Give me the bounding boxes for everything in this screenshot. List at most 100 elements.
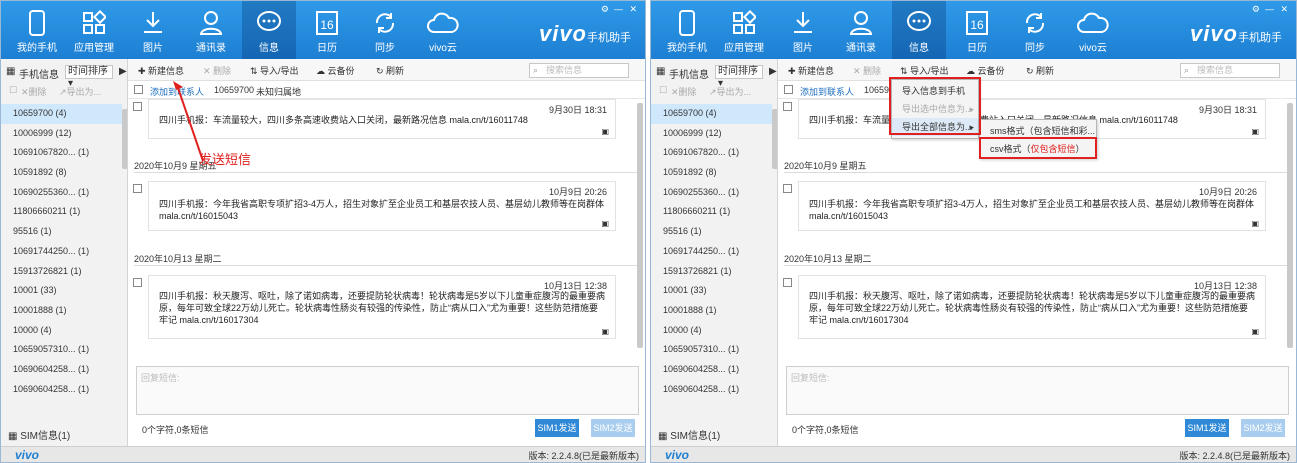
import-export-button[interactable]: ⇅ 导入/导出 bbox=[900, 64, 949, 77]
send-sim1-button[interactable]: SIM1发送 bbox=[535, 419, 579, 437]
scrollbar[interactable] bbox=[637, 103, 643, 348]
contact-item[interactable]: 10690255360... (1) bbox=[1, 183, 122, 203]
contact-item[interactable]: 10690604258... (1) bbox=[1, 380, 122, 400]
delete-button[interactable]: ✕删除 bbox=[21, 85, 47, 98]
message-bubble[interactable]: 10月9日 20:26 四川手机报：今年我省高职专项扩招3-4万人，招生对象扩至企… bbox=[133, 181, 616, 231]
sort-select[interactable]: 时间排序 ▾ bbox=[65, 65, 113, 89]
copy-icon[interactable]: ▣ bbox=[1251, 127, 1259, 136]
contact-item[interactable]: 11806660211 (1) bbox=[651, 202, 772, 222]
nav-pictures[interactable]: 图片 bbox=[126, 1, 180, 59]
nav-apps[interactable]: 应用管理 bbox=[717, 1, 771, 59]
settings-icon[interactable]: ⚙ bbox=[1252, 4, 1260, 15]
message-bubble[interactable]: 10月13日 12:38 四川手机报：秋天腹泻、呕吐，除了诺如病毒，还要提防轮状病… bbox=[783, 275, 1266, 339]
contact-item[interactable]: 10690604258... (1) bbox=[651, 360, 772, 380]
contact-item[interactable]: 10691067820... (1) bbox=[651, 143, 772, 163]
nav-sync[interactable]: 同步 bbox=[358, 1, 412, 59]
contact-item[interactable]: 10000 (4) bbox=[651, 321, 772, 341]
nav-vivo-cloud[interactable]: vivo云 bbox=[1066, 1, 1120, 59]
nav-contacts[interactable]: 通讯录 bbox=[834, 1, 888, 59]
contact-item[interactable]: 10659700 (4) bbox=[1, 104, 122, 124]
minimize-icon[interactable]: — bbox=[614, 4, 623, 14]
nav-my-phone[interactable]: 我的手机 bbox=[10, 1, 64, 59]
contact-item[interactable]: 11806660211 (1) bbox=[1, 202, 122, 222]
send-sim2-button[interactable]: SIM2发送 bbox=[591, 419, 635, 437]
refresh-button[interactable]: ↻ 刷新 bbox=[376, 64, 404, 77]
expand-arrow-icon[interactable]: ▶ bbox=[769, 66, 777, 77]
refresh-button[interactable]: ↻ 刷新 bbox=[1026, 64, 1054, 77]
sort-select[interactable]: 时间排序 ▾ bbox=[715, 65, 763, 89]
add-to-contacts-link[interactable]: 添加到联系人 bbox=[800, 85, 854, 98]
search-input[interactable]: ⌕ 搜索信息 bbox=[529, 63, 629, 78]
close-icon[interactable]: ✕ bbox=[629, 4, 637, 15]
checkbox[interactable] bbox=[783, 278, 792, 287]
contact-item[interactable]: 10006999 (12) bbox=[1, 124, 122, 144]
scrollbar[interactable] bbox=[1287, 103, 1293, 348]
contact-item[interactable]: 15913726821 (1) bbox=[1, 262, 122, 282]
contact-item[interactable]: 10591892 (8) bbox=[651, 163, 772, 183]
new-message-button[interactable]: ✚ 新建信息 bbox=[788, 64, 834, 77]
cloud-backup-button[interactable]: ☁ 云备份 bbox=[966, 64, 1005, 77]
contact-item[interactable]: 15913726821 (1) bbox=[651, 262, 772, 282]
nav-calendar[interactable]: 16 日历 bbox=[950, 1, 1004, 59]
contact-item[interactable]: 95516 (1) bbox=[651, 222, 772, 242]
copy-icon[interactable]: ▣ bbox=[1251, 327, 1259, 336]
delete-message-button[interactable]: ✕ 删除 bbox=[853, 64, 881, 77]
contact-item[interactable]: 10690255360... (1) bbox=[651, 183, 772, 203]
contact-item[interactable]: 10691744250... (1) bbox=[651, 242, 772, 262]
checkbox[interactable] bbox=[133, 278, 142, 287]
contact-item[interactable]: 10001888 (1) bbox=[651, 301, 772, 321]
nav-messages[interactable]: 信息 bbox=[242, 1, 296, 59]
delete-message-button[interactable]: ✕ 删除 bbox=[203, 64, 231, 77]
contact-item[interactable]: 10659700 (4) bbox=[651, 104, 772, 124]
contact-item[interactable]: 10659057310... (1) bbox=[651, 340, 772, 360]
contact-item[interactable]: 10690604258... (1) bbox=[651, 380, 772, 400]
nav-calendar[interactable]: 16 日历 bbox=[300, 1, 354, 59]
copy-icon[interactable]: ▣ bbox=[601, 127, 609, 136]
message-bubble[interactable]: 9月30日 18:31四川手机报：车流量较大，四川多条高速收费站入口关闭，最新路… bbox=[133, 99, 616, 139]
message-bubble[interactable]: 10月9日 20:26 四川手机报：今年我省高职专项扩招3-4万人，招生对象扩至企… bbox=[783, 181, 1266, 231]
nav-vivo-cloud[interactable]: vivo云 bbox=[416, 1, 470, 59]
sim-messages-item[interactable]: ▦ SIM信息(1) bbox=[8, 427, 70, 442]
contact-item[interactable]: 10001 (33) bbox=[1, 281, 122, 301]
sim-messages-item[interactable]: ▦ SIM信息(1) bbox=[658, 427, 720, 442]
checkbox[interactable]: ☐ bbox=[9, 85, 17, 96]
minimize-icon[interactable]: — bbox=[1265, 4, 1274, 14]
checkbox[interactable]: ☐ bbox=[659, 85, 667, 96]
reply-input[interactable]: 回复短信: bbox=[786, 366, 1289, 415]
contact-item[interactable]: 10659057310... (1) bbox=[1, 340, 122, 360]
search-input[interactable]: ⌕ 搜索信息 bbox=[1180, 63, 1280, 78]
send-sim2-button[interactable]: SIM2发送 bbox=[1241, 419, 1285, 437]
copy-icon[interactable]: ▣ bbox=[601, 327, 609, 336]
checkbox[interactable] bbox=[784, 85, 793, 94]
send-sim1-button[interactable]: SIM1发送 bbox=[1185, 419, 1229, 437]
nav-my-phone[interactable]: 我的手机 bbox=[660, 1, 714, 59]
checkbox[interactable] bbox=[783, 102, 792, 111]
contact-item[interactable]: 10690604258... (1) bbox=[1, 360, 122, 380]
copy-icon[interactable]: ▣ bbox=[1251, 219, 1259, 228]
contact-item[interactable]: 10691744250... (1) bbox=[1, 242, 122, 262]
nav-sync[interactable]: 同步 bbox=[1008, 1, 1062, 59]
contact-item[interactable]: 10006999 (12) bbox=[651, 124, 772, 144]
contact-item[interactable]: 10591892 (8) bbox=[1, 163, 122, 183]
checkbox[interactable] bbox=[133, 102, 142, 111]
copy-icon[interactable]: ▣ bbox=[601, 219, 609, 228]
export-button[interactable]: ↗导出为... bbox=[709, 85, 751, 98]
delete-button[interactable]: ✕删除 bbox=[671, 85, 697, 98]
checkbox[interactable] bbox=[133, 184, 142, 193]
nav-apps[interactable]: 应用管理 bbox=[67, 1, 121, 59]
settings-icon[interactable]: ⚙ bbox=[601, 4, 609, 15]
contact-item[interactable]: 95516 (1) bbox=[1, 222, 122, 242]
nav-pictures[interactable]: 图片 bbox=[776, 1, 830, 59]
message-bubble[interactable]: 10月13日 12:38 四川手机报：秋天腹泻、呕吐，除了诺如病毒，还要提防轮状病… bbox=[133, 275, 616, 339]
reply-input[interactable]: 回复短信: bbox=[136, 366, 639, 415]
cloud-backup-button[interactable]: ☁ 云备份 bbox=[316, 64, 355, 77]
import-export-button[interactable]: ⇅ 导入/导出 bbox=[250, 64, 299, 77]
expand-arrow-icon[interactable]: ▶ bbox=[119, 66, 127, 77]
contact-item[interactable]: 10001888 (1) bbox=[1, 301, 122, 321]
contact-item[interactable]: 10001 (33) bbox=[651, 281, 772, 301]
contact-item[interactable]: 10000 (4) bbox=[1, 321, 122, 341]
contact-item[interactable]: 10691067820... (1) bbox=[1, 143, 122, 163]
export-button[interactable]: ↗导出为... bbox=[59, 85, 101, 98]
checkbox[interactable] bbox=[783, 184, 792, 193]
checkbox[interactable] bbox=[134, 85, 143, 94]
